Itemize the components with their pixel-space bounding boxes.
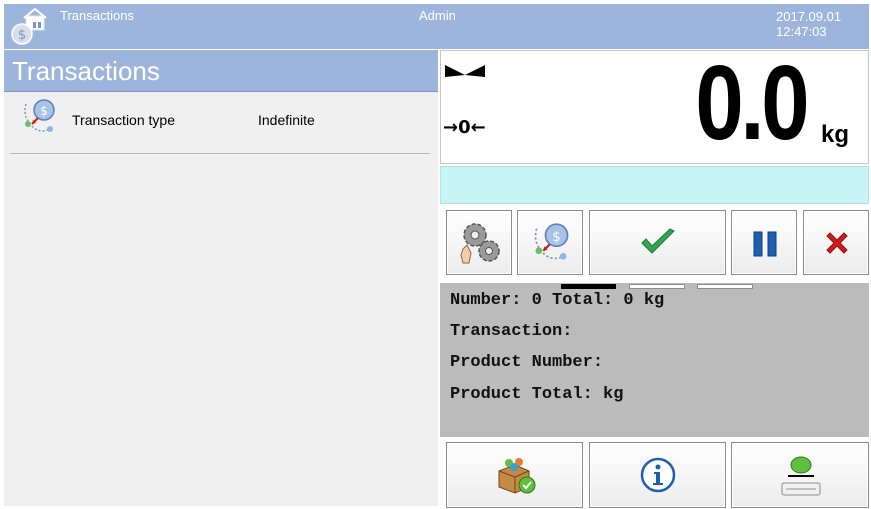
time-label: 12:47:03 <box>776 24 827 39</box>
settings-gears-icon <box>460 223 500 264</box>
transactions-app-icon[interactable]: $ <box>8 6 48 46</box>
transaction-type-icon: $ <box>24 99 55 132</box>
panel-title: Transactions <box>12 56 160 86</box>
transaction-type-label: Transaction type <box>72 112 175 128</box>
page-indicator-1[interactable] <box>561 284 616 289</box>
weight-value: 0.0 <box>695 44 809 162</box>
svg-text:$: $ <box>40 104 48 118</box>
tare-icon <box>781 456 821 496</box>
info-line-number-total: Number: 0 Total: 0 kg <box>450 291 665 310</box>
pause-button[interactable] <box>731 210 797 275</box>
user-name: Admin <box>419 8 456 23</box>
product-box-check-icon <box>498 458 536 494</box>
stable-indicator-icon <box>445 65 485 77</box>
message-bar <box>440 166 869 204</box>
close-x-icon <box>826 232 848 254</box>
cancel-button[interactable] <box>803 210 869 275</box>
app-title: Transactions <box>60 8 134 23</box>
confirm-button[interactable] <box>589 210 726 275</box>
checkmark-icon <box>641 228 675 254</box>
transaction-type-value: Indefinite <box>258 112 315 128</box>
svg-text:$: $ <box>18 28 26 43</box>
zero-indicator: →0← <box>443 117 486 138</box>
weight-unit: kg <box>821 121 850 148</box>
date-label: 2017.09.01 <box>776 9 842 24</box>
page-indicator-2[interactable] <box>629 284 685 289</box>
info-line-product-total: Product Total: kg <box>450 385 624 404</box>
transaction-type-button[interactable]: $ <box>517 210 583 275</box>
info-line-product-number: Product Number: <box>450 353 604 372</box>
panel-header: Transactions <box>4 50 438 92</box>
info-button[interactable] <box>589 442 726 508</box>
transaction-type-row[interactable]: $ Transaction type Indefinite <box>10 96 430 154</box>
settings-panel: Transactions $ Transaction type Indefini… <box>4 50 438 506</box>
info-icon <box>640 457 676 493</box>
product-button[interactable] <box>446 442 583 508</box>
info-line-transaction: Transaction: <box>450 322 573 341</box>
transaction-info-panel: Number: 0 Total: 0 kg Transaction: Produ… <box>440 283 869 437</box>
pause-icon <box>753 231 777 257</box>
weight-display: →0← 0.0 kg <box>440 44 869 164</box>
page-indicator-3[interactable] <box>697 284 753 289</box>
tare-button[interactable] <box>731 442 869 508</box>
svg-text:$: $ <box>552 230 560 245</box>
transaction-type-icon: $ <box>534 223 569 260</box>
settings-button[interactable] <box>446 210 512 275</box>
